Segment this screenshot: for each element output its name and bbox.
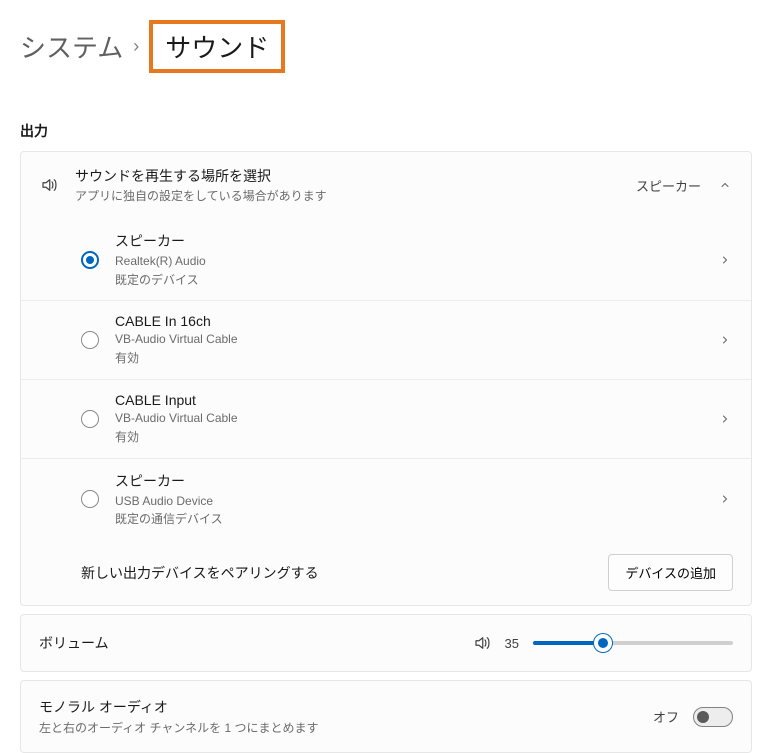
- device-status: 有効: [115, 350, 703, 367]
- mono-audio-panel: モノラル オーディオ 左と右のオーディオ チャンネルを 1 つにまとめます オフ: [20, 680, 752, 753]
- volume-value: 35: [505, 636, 519, 651]
- output-device-list: スピーカー Realtek(R) Audio 既定のデバイス CABLE In 16c…: [21, 219, 751, 540]
- device-status: 既定の通信デバイス: [115, 511, 703, 528]
- volume-label: ボリューム: [39, 633, 459, 653]
- device-status: 既定のデバイス: [115, 272, 703, 289]
- chevron-right-icon: [719, 334, 733, 346]
- mono-audio-title: モノラル オーディオ: [39, 697, 639, 717]
- output-header-value: スピーカー: [636, 176, 701, 195]
- chevron-right-icon: [719, 493, 733, 505]
- output-header-subtitle: アプリに独自の設定をしている場合があります: [75, 188, 620, 205]
- device-status: 有効: [115, 429, 703, 446]
- output-header-row[interactable]: サウンドを再生する場所を選択 アプリに独自の設定をしている場合があります スピー…: [21, 152, 751, 219]
- breadcrumb: システム › サウンド: [20, 20, 752, 73]
- device-radio[interactable]: [81, 490, 99, 508]
- chevron-right-icon: [719, 413, 733, 425]
- volume-slider[interactable]: [533, 634, 733, 652]
- output-device-item[interactable]: スピーカー Realtek(R) Audio 既定のデバイス: [21, 219, 751, 301]
- mono-audio-state-label: オフ: [653, 707, 679, 726]
- add-device-button[interactable]: デバイスの追加: [608, 554, 733, 591]
- breadcrumb-current: サウンド: [149, 20, 285, 73]
- pair-label: 新しい出力デバイスをペアリングする: [81, 563, 319, 583]
- device-name: CABLE In 16ch: [115, 313, 703, 329]
- output-header-title: サウンドを再生する場所を選択: [75, 166, 620, 186]
- output-device-item[interactable]: CABLE In 16ch VB-Audio Virtual Cable 有効: [21, 300, 751, 379]
- device-driver: VB-Audio Virtual Cable: [115, 331, 703, 348]
- device-radio[interactable]: [81, 251, 99, 269]
- volume-panel: ボリューム 35: [20, 614, 752, 672]
- device-name: スピーカー: [115, 231, 703, 251]
- device-name: CABLE Input: [115, 392, 703, 408]
- chevron-up-icon: [719, 179, 733, 191]
- chevron-right-icon: [719, 254, 733, 266]
- output-device-item[interactable]: スピーカー USB Audio Device既定の通信デバイス: [21, 458, 751, 541]
- speaker-icon: [39, 176, 59, 194]
- device-radio[interactable]: [81, 410, 99, 428]
- device-name: スピーカー: [115, 471, 703, 491]
- breadcrumb-parent[interactable]: システム: [20, 28, 123, 65]
- pair-row: 新しい出力デバイスをペアリングする デバイスの追加: [21, 540, 751, 605]
- speaker-icon[interactable]: [473, 634, 491, 652]
- device-driver: Realtek(R) Audio: [115, 253, 703, 270]
- breadcrumb-separator: ›: [133, 36, 139, 57]
- section-heading-output: 出力: [20, 121, 752, 141]
- mono-audio-toggle[interactable]: [693, 707, 733, 727]
- device-driver: USB Audio Device: [115, 493, 703, 510]
- output-panel: サウンドを再生する場所を選択 アプリに独自の設定をしている場合があります スピー…: [20, 151, 752, 606]
- device-driver: VB-Audio Virtual Cable: [115, 410, 703, 427]
- mono-audio-subtitle: 左と右のオーディオ チャンネルを 1 つにまとめます: [39, 719, 639, 736]
- device-radio[interactable]: [81, 331, 99, 349]
- output-device-item[interactable]: CABLE Input VB-Audio Virtual Cable 有効: [21, 379, 751, 458]
